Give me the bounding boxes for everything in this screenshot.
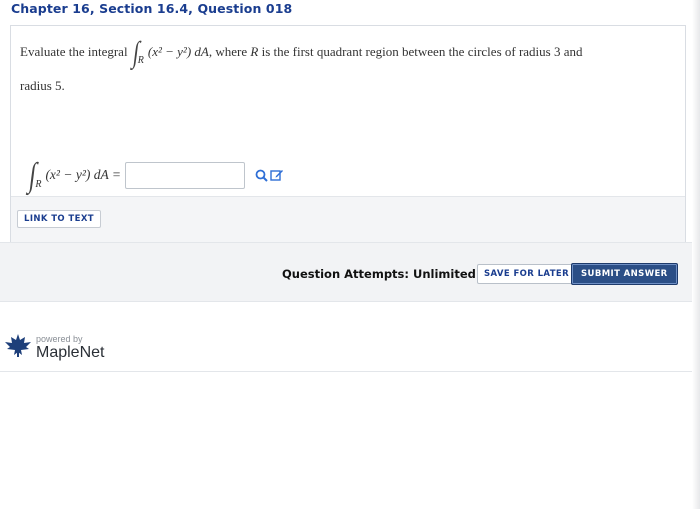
- divider: [0, 371, 700, 372]
- save-for-later-button[interactable]: SAVE FOR LATER: [477, 264, 577, 284]
- edit-icon[interactable]: [270, 168, 284, 182]
- answer-lhs: (x² − y²) dA =: [45, 167, 121, 182]
- brand-name: MapleNet: [36, 344, 105, 361]
- integrand: (x² − y²) dA: [147, 44, 209, 59]
- scroll-edge: [692, 0, 700, 509]
- search-icon[interactable]: [255, 169, 268, 182]
- prompt-mid: , where: [208, 44, 248, 59]
- page: Chapter 16, Section 16.4, Question 018 E…: [0, 0, 700, 509]
- answer-input[interactable]: [124, 161, 245, 189]
- question-panel: Evaluate the integral ∫ R (x² − y²) dA ,…: [10, 25, 686, 243]
- prompt-start: Evaluate the integral: [20, 44, 128, 59]
- region-symbol: R: [250, 44, 259, 59]
- attempts-label: Question Attempts: Unlimited: [282, 267, 476, 281]
- question-line-2: radius 5.: [20, 78, 65, 93]
- powered-by-text: powered by MapleNet: [36, 335, 104, 362]
- maple-leaf-icon: [4, 333, 32, 362]
- answer-row: ∫ R (x² − y²) dA =: [27, 157, 284, 194]
- submit-answer-button[interactable]: SUBMIT ANSWER: [571, 263, 678, 285]
- prompt-end: is the first quadrant region between the…: [261, 44, 583, 59]
- action-bar: Question Attempts: Unlimited SAVE FOR LA…: [0, 242, 700, 302]
- answer-tools: [255, 168, 284, 182]
- integral-region-sub: R: [137, 55, 144, 66]
- links-area: LINK TO TEXT: [11, 196, 685, 243]
- question-text: Evaluate the integral ∫ R (x² − y²) dA ,…: [20, 36, 670, 96]
- powered-by-label: powered by: [36, 334, 83, 344]
- question-line-1: Evaluate the integral ∫ R (x² − y²) dA ,…: [20, 36, 670, 69]
- link-to-text-button[interactable]: LINK TO TEXT: [17, 210, 101, 228]
- answer-region-sub: R: [35, 178, 42, 190]
- page-title: Chapter 16, Section 16.4, Question 018: [11, 1, 293, 16]
- powered-by-maplenet: powered by MapleNet: [4, 333, 104, 362]
